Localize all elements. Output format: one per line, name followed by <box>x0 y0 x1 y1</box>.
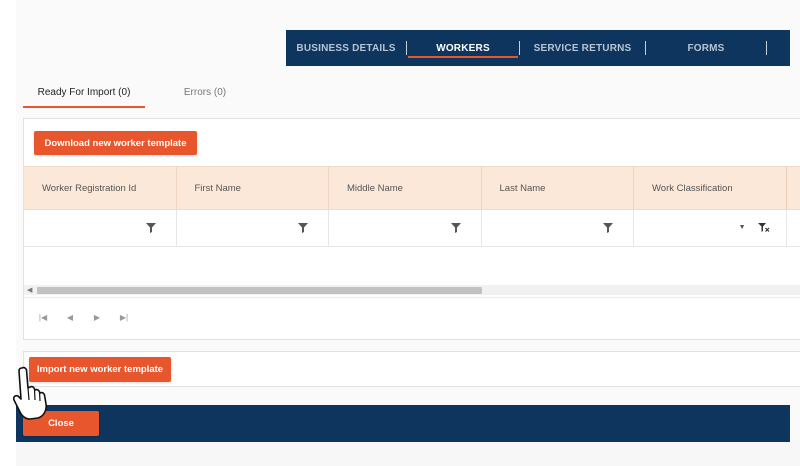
import-subtabs: Ready For Import (0) Errors (0) <box>23 76 265 108</box>
column-header-worker-registration-id[interactable]: Worker Registration Id <box>24 167 177 209</box>
tab-ready-for-import[interactable]: Ready For Import (0) <box>23 76 145 108</box>
nav-separator <box>766 41 767 55</box>
tab-errors[interactable]: Errors (0) <box>145 76 265 108</box>
download-template-button[interactable]: Download new worker template <box>34 131 197 155</box>
import-template-button[interactable]: Import new worker template <box>29 357 171 382</box>
grid-pager: |◀ ◀ ▶ ▶| <box>38 313 129 322</box>
clear-filter-icon[interactable] <box>757 222 770 234</box>
close-button[interactable]: Close <box>23 411 99 436</box>
filter-input-middle-name[interactable] <box>329 210 482 246</box>
funnel-icon[interactable] <box>603 223 613 233</box>
column-header-work-classification[interactable]: Work Classification <box>634 167 787 209</box>
funnel-icon[interactable] <box>298 223 308 233</box>
filter-select-work-classification[interactable]: ▼ <box>634 210 787 246</box>
last-page-icon[interactable]: ▶| <box>119 313 129 322</box>
pager-divider <box>24 297 800 298</box>
column-header-first-name[interactable]: First Name <box>177 167 329 209</box>
next-page-icon[interactable]: ▶ <box>92 313 102 322</box>
horizontal-scrollbar[interactable]: ◀ <box>24 285 800 295</box>
tab-workers[interactable]: WORKERS <box>407 30 519 66</box>
first-page-icon[interactable]: |◀ <box>38 313 48 322</box>
tab-forms[interactable]: FORMS <box>646 30 766 66</box>
funnel-icon[interactable] <box>450 223 461 233</box>
import-panel: Import new worker template <box>23 351 800 387</box>
prev-page-icon[interactable]: ◀ <box>65 313 75 322</box>
filter-input-last-name[interactable] <box>482 210 634 246</box>
tab-business-details[interactable]: BUSINESS DETAILS <box>286 30 406 66</box>
dropdown-arrow-icon[interactable]: ▼ <box>739 224 746 231</box>
tab-service-returns[interactable]: SERVICE RETURNS <box>520 30 645 66</box>
filter-input-first-name[interactable] <box>177 210 329 246</box>
grid-header-row: Worker Registration Id First Name Middle… <box>24 166 800 210</box>
scrollbar-thumb[interactable] <box>37 287 482 294</box>
column-header-last-name[interactable]: Last Name <box>482 167 634 209</box>
grid-filter-row: ▼ <box>24 210 800 247</box>
page-background-bottom <box>16 440 800 466</box>
worker-grid-panel: Download new worker template Worker Regi… <box>23 118 800 340</box>
column-header-middle-name[interactable]: Middle Name <box>329 167 482 209</box>
filter-input-worker-registration-id[interactable] <box>24 210 177 246</box>
footer-bar: Close <box>16 405 790 442</box>
top-navigation: BUSINESS DETAILS WORKERS SERVICE RETURNS… <box>286 30 790 66</box>
funnel-icon[interactable] <box>145 223 156 233</box>
scroll-left-arrow-icon[interactable]: ◀ <box>27 286 32 294</box>
